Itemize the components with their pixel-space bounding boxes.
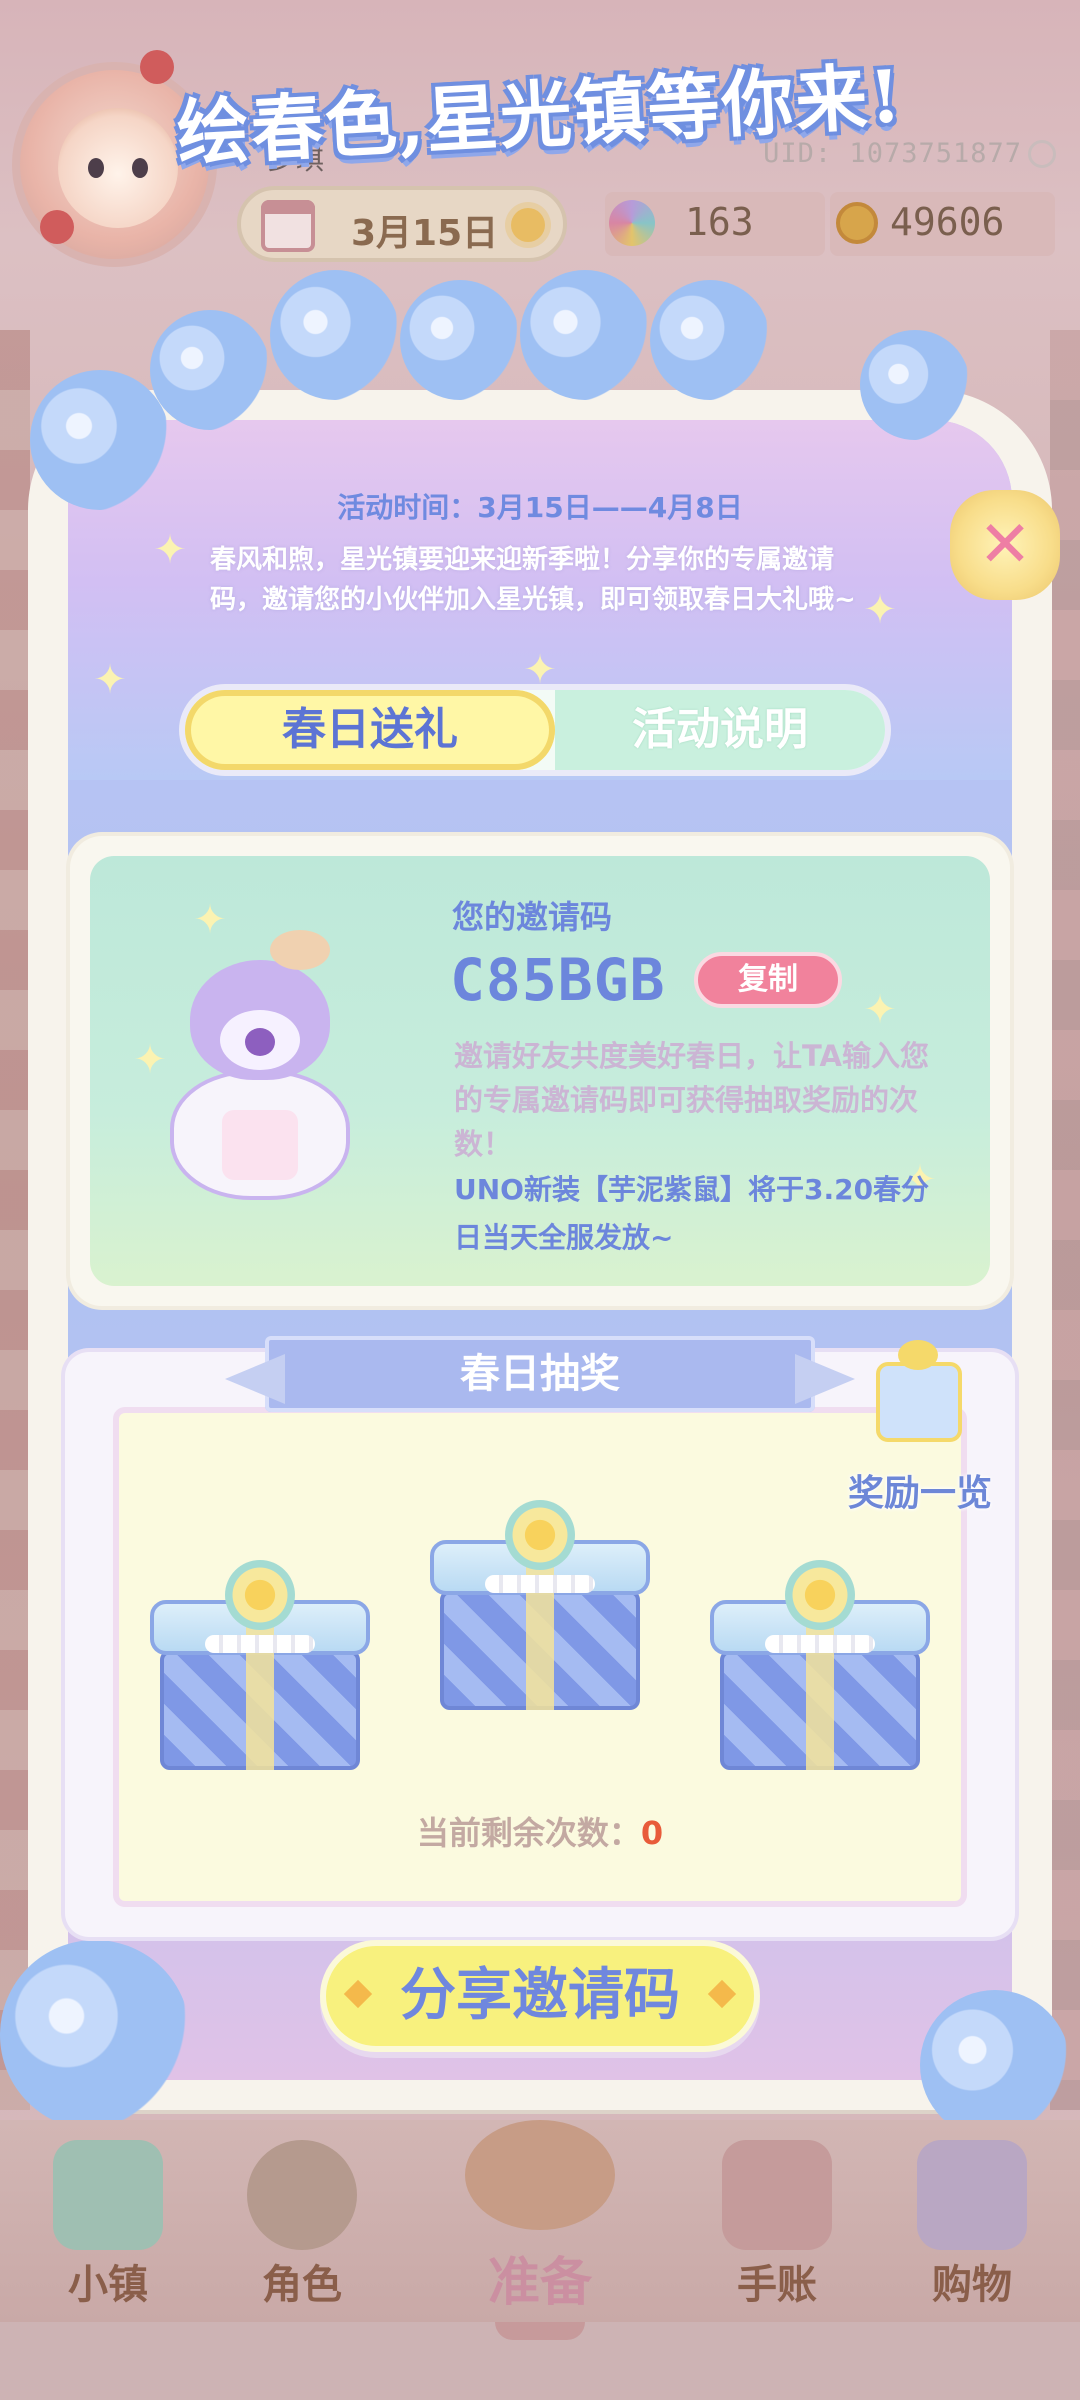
blue-flower-decoration: [520, 270, 650, 400]
sun-weather-icon: [511, 208, 545, 242]
invite-description: 邀请好友共度美好春日，让TA输入您的专属邀请码即可获得抽取奖励的次数！: [454, 1039, 929, 1161]
mascot-hair-bow: [270, 930, 330, 970]
flower-icon: [225, 1560, 295, 1630]
blue-flower-decoration: [400, 280, 520, 400]
bottom-strip: [0, 2322, 1080, 2400]
lottery-gift-box-3[interactable]: [710, 1540, 930, 1770]
map-icon: [53, 2140, 163, 2250]
copy-invite-code-button[interactable]: 复制: [694, 952, 842, 1008]
nav-item-prepare[interactable]: 准备: [460, 2120, 620, 2320]
nav-label-prepare: 准备: [487, 2253, 592, 2313]
journal-icon: [722, 2140, 832, 2250]
close-icon: ✕: [978, 508, 1032, 582]
remaining-draws: 当前剩余次数：0: [0, 1808, 1080, 1854]
calendar-icon: [261, 200, 315, 252]
reward-list-gift-icon[interactable]: [868, 1340, 968, 1442]
reward-list-button[interactable]: 奖励一览: [848, 1464, 992, 1516]
shopping-bag-icon: [917, 2140, 1027, 2250]
rose-icon: [40, 210, 74, 244]
flower-icon: [785, 1560, 855, 1630]
copy-uid-icon[interactable]: [1028, 140, 1056, 168]
nav-item-character[interactable]: 角色: [222, 2140, 382, 2320]
event-intro: 春风和煦，星光镇要迎来迎新季啦！分享你的专属邀请码，邀请您的小伙伴加入星光镇，即…: [210, 545, 856, 615]
gift-ribbon-shape: [898, 1340, 938, 1370]
mascot-shirt-print: [222, 1110, 298, 1180]
coins-value: 49606: [890, 200, 1005, 244]
nav-label-town: 小镇: [68, 2262, 148, 2308]
flower-icon: [505, 1500, 575, 1570]
character-icon: [247, 2140, 357, 2250]
blue-flower-decoration: [860, 330, 970, 440]
tab-bar: 春日送礼 活动说明: [185, 690, 885, 770]
gift-pearls: [765, 1635, 875, 1653]
nav-item-shopping[interactable]: 购物: [892, 2140, 1052, 2320]
avatar-eye-left: [88, 158, 104, 178]
current-date: 3月15日: [351, 213, 499, 254]
share-button-label: 分享邀请码: [400, 1963, 680, 2028]
blue-flower-decoration: [0, 1940, 190, 2130]
blue-flower-decoration: [920, 1990, 1070, 2140]
blue-flower-decoration: [150, 310, 270, 430]
gems-value: 163: [685, 200, 754, 244]
blue-flower-decoration: [270, 270, 400, 400]
mascot-mouth: [245, 1028, 275, 1056]
coins-counter[interactable]: 49606: [830, 192, 1055, 256]
lottery-gift-box-2[interactable]: [430, 1480, 650, 1710]
nav-item-journal[interactable]: 手账: [697, 2140, 857, 2320]
mascot-taro-mouse: [160, 930, 360, 1210]
diamond-icon: [707, 1979, 737, 2009]
lottery-title: 春日抽奖: [265, 1336, 815, 1412]
gems-counter[interactable]: 163: [605, 192, 825, 256]
lottery-gift-box-1[interactable]: [150, 1540, 370, 1770]
invite-code: C85BGB: [450, 946, 666, 1014]
coin-icon: [836, 202, 878, 244]
diamond-icon: [343, 1979, 373, 2009]
nav-label-character: 角色: [262, 2262, 342, 2308]
invite-news: UNO新装【芋泥紫鼠】将于3.20春分日当天全服发放~: [454, 1173, 930, 1254]
prepare-icon: [465, 2120, 615, 2230]
event-time: 活动时间：3月15日——4月8日: [337, 491, 743, 524]
nav-label-shopping: 购物: [932, 2262, 1012, 2308]
invite-code-label: 您的邀请码: [452, 898, 613, 936]
remaining-draws-count: 0: [640, 1814, 664, 1852]
share-invite-code-button[interactable]: 分享邀请码: [320, 1940, 760, 2052]
tab-spring-gift[interactable]: 春日送礼: [185, 690, 555, 770]
close-button[interactable]: ✕: [950, 490, 1060, 600]
gift-pearls: [485, 1575, 595, 1593]
tab-event-info[interactable]: 活动说明: [555, 690, 885, 770]
nav-item-town[interactable]: 小镇: [28, 2140, 188, 2320]
blue-flower-decoration: [650, 280, 770, 400]
gift-pearls: [205, 1635, 315, 1653]
rainbow-gem-icon: [609, 200, 655, 246]
nav-label-journal: 手账: [737, 2262, 817, 2308]
remaining-draws-label: 当前剩余次数：: [416, 1814, 641, 1852]
gift-box-shape: [876, 1362, 962, 1442]
